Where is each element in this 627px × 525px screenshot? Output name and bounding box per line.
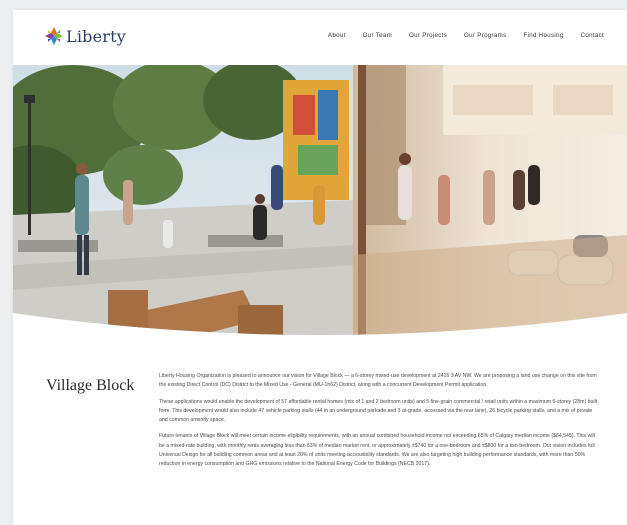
brand-logo[interactable]: Liberty (44, 26, 126, 46)
main-nav: About Our Team Our Projects Our Programs… (328, 32, 604, 39)
liberty-logo-icon (45, 27, 63, 45)
nav-about[interactable]: About (328, 32, 346, 39)
nav-our-programs[interactable]: Our Programs (464, 32, 506, 39)
brand-name: Liberty (66, 26, 126, 46)
page-title: Village Block (46, 377, 135, 394)
site-header: Liberty About Our Team Our Projects Our … (13, 10, 627, 65)
nav-our-team[interactable]: Our Team (363, 32, 392, 39)
nav-contact[interactable]: Contact (581, 32, 604, 39)
paragraph-development: These applications would enable the deve… (159, 398, 598, 424)
project-description: Liberty Housing Organization is pleased … (159, 372, 599, 477)
hero-rendering (13, 65, 627, 335)
hero-image (13, 65, 627, 355)
paragraph-intro: Liberty Housing Organization is pleased … (159, 373, 597, 389)
page-card: Liberty About Our Team Our Projects Our … (13, 10, 627, 525)
nav-our-projects[interactable]: Our Projects (409, 32, 447, 39)
paragraph-tenants: Future tenants of Village Block will mee… (159, 433, 595, 468)
nav-find-housing[interactable]: Find Housing (524, 32, 564, 39)
